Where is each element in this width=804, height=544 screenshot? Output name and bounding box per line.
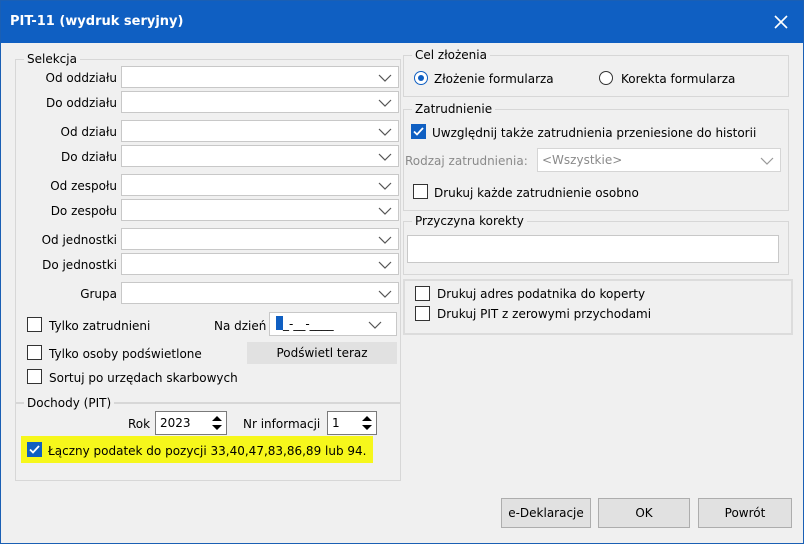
zlozenie-formularza-label: Złożenie formularza bbox=[434, 72, 554, 86]
nr-informacji-label: Nr informacji bbox=[243, 417, 321, 431]
ok-button[interactable]: OK bbox=[598, 498, 690, 528]
text-cursor bbox=[276, 316, 283, 330]
dialog-body: Selekcja Od oddziału Do oddziału Od dzia… bbox=[1, 43, 803, 543]
do-dzialu-label: Do działu bbox=[60, 150, 117, 164]
drukuj-kazde-checkbox[interactable] bbox=[413, 184, 428, 199]
chevron-down-icon bbox=[378, 180, 392, 190]
do-jednostki-select[interactable] bbox=[121, 253, 399, 275]
drukuj-adres-checkbox[interactable] bbox=[415, 286, 430, 301]
uwzglednij-checkbox[interactable] bbox=[411, 124, 426, 139]
chevron-down-icon bbox=[760, 155, 774, 165]
rodzaj-zatrudnienia-value: <Wszystkie> bbox=[542, 153, 623, 167]
od-oddzialu-label: Od oddziału bbox=[45, 71, 117, 85]
chevron-down-icon bbox=[368, 319, 382, 329]
window-title: PIT-11 (wydruk seryjny) bbox=[10, 14, 184, 29]
nr-informacji-value: 1 bbox=[332, 416, 340, 430]
podswietl-teraz-button[interactable]: Podświetl teraz bbox=[247, 342, 397, 364]
title-bar: PIT-11 (wydruk seryjny) bbox=[1, 1, 803, 43]
drukuj-adres-label: Drukuj adres podatnika do koperty bbox=[437, 287, 646, 301]
tylko-podswietlone-label: Tylko osoby podświetlone bbox=[49, 347, 202, 361]
rodzaj-zatrudnienia-label: Rodzaj zatrudnienia: bbox=[405, 154, 528, 168]
chevron-down-icon bbox=[378, 151, 392, 161]
e-deklaracje-button[interactable]: e-Deklaracje bbox=[501, 498, 591, 528]
selekcja-title: Selekcja bbox=[24, 52, 80, 66]
drukuj-zerowe-label: Drukuj PIT z zerowymi przychodami bbox=[437, 307, 652, 321]
na-dzien-date-picker[interactable]: _-__-____ bbox=[269, 312, 397, 336]
do-dzialu-select[interactable] bbox=[121, 145, 399, 167]
spinner-arrows-icon[interactable] bbox=[211, 414, 223, 432]
korekta-formularza-radio[interactable] bbox=[599, 71, 613, 85]
od-oddzialu-select[interactable] bbox=[121, 66, 399, 88]
drukuj-zerowe-checkbox[interactable] bbox=[415, 306, 430, 321]
rok-spinner[interactable]: 2023 bbox=[155, 411, 227, 435]
chevron-down-icon bbox=[378, 97, 392, 107]
na-dzien-value: _-__-____ bbox=[283, 317, 334, 331]
sortuj-label: Sortuj po urzędach skarbowych bbox=[49, 371, 238, 385]
powrot-button[interactable]: Powrót bbox=[698, 498, 792, 528]
close-icon[interactable] bbox=[769, 10, 793, 34]
tylko-podswietlone-checkbox[interactable] bbox=[27, 345, 42, 360]
od-jednostki-label: Od jednostki bbox=[41, 233, 117, 247]
zlozenie-formularza-radio[interactable] bbox=[414, 71, 428, 85]
laczny-podatek-label: Łączny podatek do pozycji 33,40,47,83,86… bbox=[48, 444, 367, 458]
tylko-zatrudnieni-label: Tylko zatrudnieni bbox=[49, 319, 151, 333]
chevron-down-icon bbox=[378, 126, 392, 136]
od-dzialu-label: Od działu bbox=[60, 125, 118, 139]
chevron-down-icon bbox=[378, 288, 392, 298]
grupa-select[interactable] bbox=[121, 282, 399, 304]
chevron-down-icon bbox=[378, 234, 392, 244]
chevron-down-icon bbox=[378, 72, 392, 82]
drukuj-kazde-label: Drukuj każde zatrudnienie osobno bbox=[434, 186, 639, 200]
dochody-title: Dochody (PIT) bbox=[24, 396, 115, 410]
rok-value: 2023 bbox=[160, 416, 191, 430]
sortuj-checkbox[interactable] bbox=[27, 369, 42, 384]
od-dzialu-select[interactable] bbox=[121, 120, 399, 142]
do-oddzialu-select[interactable] bbox=[121, 91, 399, 113]
chevron-down-icon bbox=[378, 259, 392, 269]
cel-zlozenia-title: Cel złożenia bbox=[412, 48, 490, 62]
tylko-zatrudnieni-checkbox[interactable] bbox=[27, 317, 42, 332]
dialog-window: PIT-11 (wydruk seryjny) Selekcja Od oddz… bbox=[0, 0, 804, 544]
do-zespolu-label: Do zespołu bbox=[50, 204, 117, 218]
na-dzien-label: Na dzień bbox=[214, 319, 267, 333]
grupa-label: Grupa bbox=[80, 287, 117, 301]
rodzaj-zatrudnienia-select[interactable]: <Wszystkie> bbox=[537, 148, 781, 172]
do-jednostki-label: Do jednostki bbox=[42, 258, 117, 272]
chevron-down-icon bbox=[378, 205, 392, 215]
rok-label: Rok bbox=[128, 417, 151, 431]
przyczyna-korekty-title: Przyczyna korekty bbox=[412, 214, 527, 228]
zatrudnienie-title: Zatrudnienie bbox=[412, 102, 496, 116]
laczny-podatek-checkbox[interactable] bbox=[27, 442, 42, 457]
do-oddzialu-label: Do oddziału bbox=[46, 96, 117, 110]
nr-informacji-spinner[interactable]: 1 bbox=[327, 411, 377, 435]
korekta-formularza-label: Korekta formularza bbox=[621, 72, 736, 86]
spinner-arrows-icon[interactable] bbox=[361, 414, 373, 432]
od-jednostki-select[interactable] bbox=[121, 228, 399, 250]
uwzglednij-label: Uwzględnij także zatrudnienia przeniesio… bbox=[432, 126, 757, 140]
do-zespolu-select[interactable] bbox=[121, 199, 399, 221]
od-zespolu-label: Od zespołu bbox=[50, 179, 117, 193]
przyczyna-korekty-input[interactable] bbox=[407, 235, 779, 263]
od-zespolu-select[interactable] bbox=[121, 174, 399, 196]
